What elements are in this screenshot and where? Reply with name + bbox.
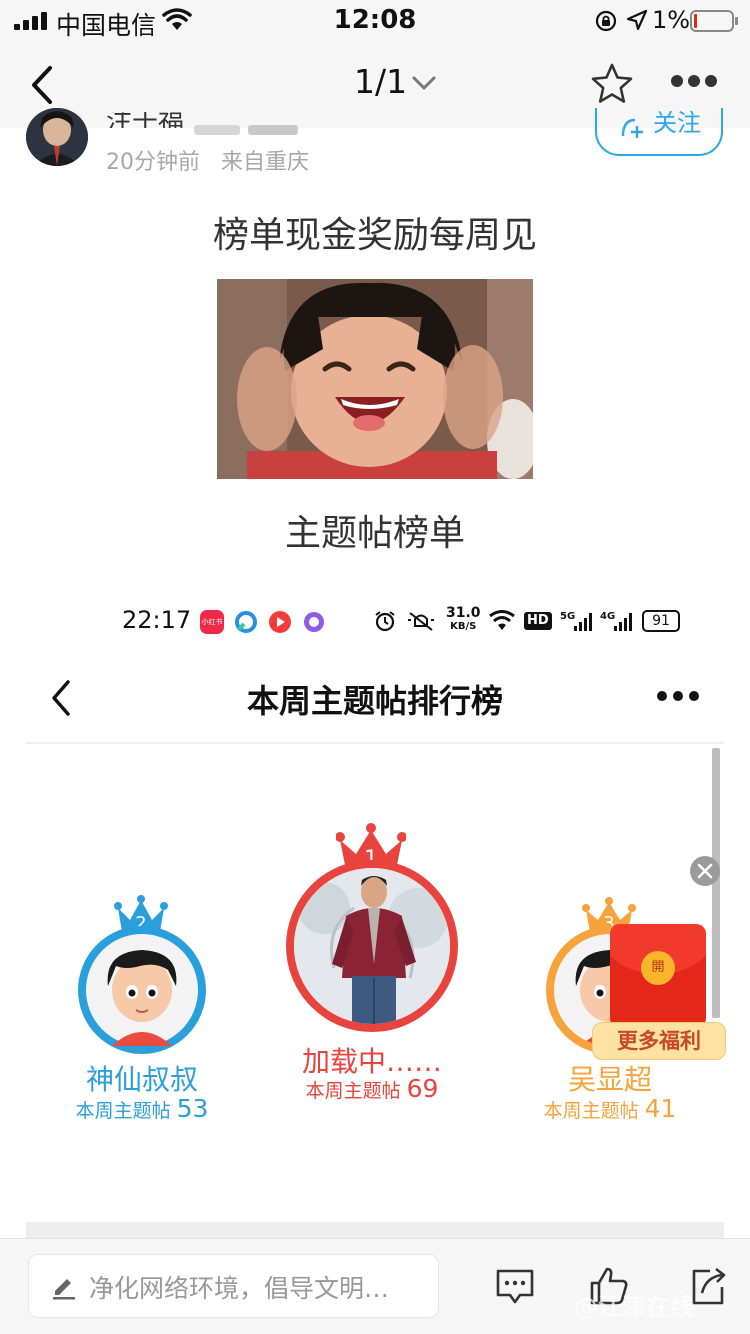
bottom-action-bar: 净化网络环境，倡导文明… @江津在线 bbox=[0, 1238, 750, 1334]
comment-icon[interactable] bbox=[494, 1265, 536, 1307]
rank-1-count-value: 69 bbox=[406, 1074, 439, 1103]
clapping-girl-image bbox=[217, 279, 533, 479]
status-bar: 中国电信 12:08 1% bbox=[0, 0, 750, 42]
follow-label: 关注 bbox=[653, 109, 701, 137]
battery-percent: 1% bbox=[652, 6, 691, 34]
hd-voice-badge: HD bbox=[524, 612, 552, 630]
4g-signal-icon: 4G bbox=[600, 611, 632, 631]
4g-label: 4G bbox=[600, 611, 615, 622]
rank-3-count: 本周主题帖 41 bbox=[518, 1094, 702, 1123]
post-meta: 20分钟前 来自重庆 bbox=[106, 144, 309, 176]
rank-2-count: 本周主题帖 53 bbox=[50, 1094, 234, 1123]
network-speed: 31.0 KB/S bbox=[446, 606, 481, 634]
favorite-star-icon[interactable] bbox=[590, 62, 634, 106]
close-float-button[interactable] bbox=[690, 856, 720, 886]
post-location: 来自重庆 bbox=[220, 150, 309, 175]
more-benefits-button[interactable]: 更多福利 bbox=[592, 1022, 726, 1060]
more-options-icon[interactable] bbox=[670, 74, 718, 88]
author-avatar[interactable] bbox=[26, 108, 88, 166]
red-packet-icon[interactable]: 開 bbox=[610, 924, 706, 1028]
embedded-wifi-icon bbox=[489, 610, 515, 630]
embedded-nav-bar: 本周主题帖排行榜 bbox=[26, 660, 724, 744]
rank-2-avatar[interactable] bbox=[78, 926, 206, 1054]
rank-3-count-value: 41 bbox=[644, 1094, 677, 1123]
rank-2-count-value: 53 bbox=[176, 1094, 209, 1123]
rank-1-count-label: 本周主题帖 bbox=[305, 1080, 401, 1102]
5g-signal-icon: 5G bbox=[560, 611, 592, 631]
battery-icon bbox=[690, 10, 738, 32]
rank-1-avatar[interactable] bbox=[286, 860, 458, 1032]
comment-placeholder: 净化网络环境，倡导文明… bbox=[89, 1274, 390, 1303]
embedded-battery: 91 bbox=[642, 610, 680, 632]
pencil-icon bbox=[53, 1279, 75, 1300]
rank-2-name[interactable]: 神仙叔叔 bbox=[60, 1058, 224, 1098]
xiaohongshu-app-icon: 小红书 bbox=[200, 610, 224, 634]
watermark-text: @江津在线 bbox=[574, 1293, 694, 1321]
avatar-image bbox=[26, 108, 88, 166]
5g-label: 5G bbox=[560, 611, 575, 622]
network-speed-value: 31.0 bbox=[446, 605, 481, 621]
add-follow-icon bbox=[621, 118, 643, 138]
rank-3-count-label: 本周主题帖 bbox=[543, 1100, 639, 1122]
cartoon-avatar-image bbox=[107, 950, 177, 1046]
author-level-badge bbox=[194, 125, 240, 135]
page-indicator[interactable]: 1/1 bbox=[354, 62, 407, 101]
alarm-icon bbox=[375, 611, 395, 632]
embedded-status-bar: 22:17 小红书 31.0 KB/S HD 5G 4G 91 bbox=[122, 604, 682, 640]
close-icon bbox=[697, 863, 713, 879]
rank-1-count: 本周主题帖 69 bbox=[280, 1074, 464, 1103]
mute-bell-icon bbox=[408, 612, 434, 631]
post-subtitle: 主题帖榜单 bbox=[284, 513, 465, 554]
comment-input[interactable]: 净化网络环境，倡导文明… bbox=[28, 1254, 439, 1318]
author-medal-badge bbox=[248, 125, 298, 135]
post-title: 榜单现金奖励每周见 bbox=[212, 215, 537, 256]
man-in-snow-photo bbox=[294, 868, 450, 1024]
red-packet-seal: 開 bbox=[641, 951, 675, 985]
post-gif-image[interactable] bbox=[217, 279, 533, 479]
chat-app-icon bbox=[304, 612, 324, 632]
chevron-down-icon[interactable] bbox=[410, 72, 438, 94]
browser-app-icon bbox=[235, 611, 257, 633]
embedded-page-title: 本周主题帖排行榜 bbox=[246, 682, 503, 720]
post-time: 20分钟前 bbox=[106, 150, 200, 175]
share-icon[interactable] bbox=[688, 1265, 728, 1307]
back-chevron-icon[interactable] bbox=[24, 62, 60, 108]
embedded-more-icon[interactable] bbox=[656, 689, 700, 703]
embedded-clock: 22:17 bbox=[122, 606, 192, 634]
rank-3-name[interactable]: 吴显超 bbox=[528, 1058, 692, 1098]
orientation-lock-icon bbox=[595, 10, 617, 32]
section-divider bbox=[26, 1222, 724, 1238]
video-app-icon bbox=[269, 611, 291, 633]
author-name[interactable]: 注于福 bbox=[106, 112, 184, 128]
rank-2-count-label: 本周主题帖 bbox=[75, 1100, 171, 1122]
location-arrow-icon bbox=[626, 9, 648, 31]
follow-button[interactable]: 关注 bbox=[595, 108, 723, 156]
network-speed-unit: KB/S bbox=[450, 621, 477, 632]
